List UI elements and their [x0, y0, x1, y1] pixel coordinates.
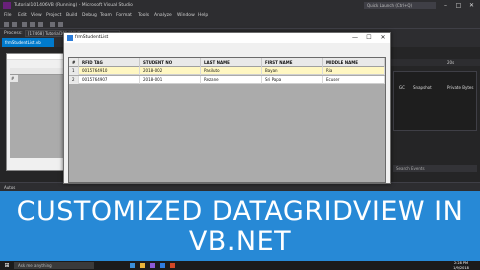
vs-minimize-button[interactable]: – — [440, 0, 451, 11]
windows-taskbar: ⊞ Ask me anything 2:28 PM 1/9/2018 — [0, 261, 480, 270]
forward-icon[interactable] — [12, 22, 17, 27]
menu-tools[interactable]: Tools — [138, 11, 149, 20]
column-header-student-no[interactable]: STUDENT NO — [140, 58, 201, 67]
table-row[interactable]: 1 0015764910 2018-002 Pasiluto Bayan Ria — [69, 67, 385, 75]
edge-icon[interactable] — [130, 263, 135, 268]
row-index-cell[interactable]: 1 — [69, 67, 79, 75]
menu-view[interactable]: View — [31, 11, 42, 20]
menu-help[interactable]: Help — [198, 11, 208, 20]
design-datagridview[interactable]: # — [10, 68, 65, 158]
redo-icon[interactable] — [58, 22, 63, 27]
grid-header-row: # RFID TAG STUDENT NO LAST NAME FIRST NA… — [69, 58, 385, 67]
title-banner: CUSTOMIZED DATAGRIDVIEW IN VB.NET — [0, 191, 480, 261]
taskbar-clock[interactable]: 2:28 PM 1/9/2018 — [446, 261, 476, 270]
menu-debug[interactable]: Debug — [82, 11, 97, 20]
column-header-first-name[interactable]: FIRST NAME — [262, 58, 323, 67]
design-grid-header — [10, 68, 65, 75]
menu-file[interactable]: File — [4, 11, 12, 20]
window-title: frmStudentList — [75, 35, 109, 40]
design-row-index: # — [10, 75, 18, 82]
student-no-cell[interactable]: 2018-001 — [140, 76, 201, 84]
last-name-cell[interactable]: Pasiluto — [201, 67, 262, 75]
menu-analyze[interactable]: Analyze — [154, 11, 172, 20]
rfid-tag-cell[interactable]: 0015764910 — [79, 67, 140, 75]
menu-window[interactable]: Window — [177, 11, 195, 20]
timeline-seconds: 20s — [447, 60, 455, 65]
windows-start-icon[interactable]: ⊞ — [3, 262, 11, 269]
snapshot-button[interactable]: Snapshot — [413, 85, 432, 90]
back-icon[interactable] — [4, 22, 9, 27]
column-header-rfid-tag[interactable]: RFID TAG — [79, 58, 140, 67]
undo-icon[interactable] — [50, 22, 55, 27]
search-events-input[interactable]: Search Events — [393, 165, 477, 172]
close-button[interactable]: ✕ — [376, 33, 390, 43]
diagnostic-tools-panel: 20s GC Snapshot Private Bytes Search Eve… — [390, 47, 480, 182]
private-bytes-label: Private Bytes — [447, 85, 474, 90]
vs-title-bar: Tutorial101406VB (Running) - Microsoft V… — [0, 0, 480, 11]
window-titlebar: frmStudentList — ☐ ✕ — [64, 33, 390, 43]
rfid-tag-cell[interactable]: 0015764907 — [79, 76, 140, 84]
clock-date: 1/9/2018 — [453, 265, 469, 270]
file-explorer-icon[interactable] — [140, 263, 145, 268]
screen: Tutorial101406VB (Running) - Microsoft V… — [0, 0, 480, 270]
banner-line-1: CUSTOMIZED DATAGRIDVIEW IN — [16, 196, 464, 227]
visual-studio-taskbar-icon[interactable] — [150, 263, 155, 268]
table-row[interactable]: 2 0015764907 2018-001 Rezane Sri Papa Ec… — [69, 76, 385, 84]
taskbar-search-input[interactable]: Ask me anything — [14, 262, 94, 269]
column-header-middle-name[interactable]: MIDDLE NAME — [323, 58, 385, 67]
vs-close-button[interactable]: ✕ — [466, 0, 477, 11]
menu-build[interactable]: Build — [66, 11, 77, 20]
first-name-cell[interactable]: Sri Papa — [262, 76, 323, 84]
chrome-icon[interactable] — [160, 263, 165, 268]
minimize-button[interactable]: — — [348, 33, 362, 43]
design-form[interactable]: # — [6, 53, 66, 171]
student-datagridview[interactable]: # RFID TAG STUDENT NO LAST NAME FIRST NA… — [68, 57, 386, 183]
quick-launch-input[interactable]: Quick Launch (Ctrl+Q) — [364, 2, 436, 9]
menu-project[interactable]: Project — [46, 11, 61, 20]
process-label: Process: — [4, 31, 23, 36]
middle-name-cell[interactable]: Ria — [323, 67, 385, 75]
maximize-button[interactable]: ☐ — [362, 33, 376, 43]
save-icon[interactable] — [30, 22, 35, 27]
timeline-bar: 20s — [391, 59, 480, 66]
gc-label[interactable]: GC — [399, 85, 405, 90]
save-all-icon[interactable] — [38, 22, 43, 27]
menu-format[interactable]: Format — [116, 11, 132, 20]
vs-menu-bar: File Edit View Project Build Debug Team … — [0, 11, 480, 20]
visual-studio-logo-icon — [3, 2, 11, 9]
column-header-index[interactable]: # — [69, 58, 79, 67]
vs-maximize-button[interactable]: □ — [453, 0, 464, 11]
first-name-cell[interactable]: Bayan — [262, 67, 323, 75]
student-list-window: frmStudentList — ☐ ✕ # RFID TAG STUDENT … — [63, 32, 391, 184]
powerpoint-icon[interactable] — [170, 263, 175, 268]
vs-toolbar — [0, 20, 480, 29]
form-icon — [67, 35, 73, 41]
menu-edit[interactable]: Edit — [18, 11, 27, 20]
new-file-icon[interactable] — [22, 22, 27, 27]
last-name-cell[interactable]: Rezane — [201, 76, 262, 84]
form-designer: # — [0, 47, 68, 182]
column-header-last-name[interactable]: LAST NAME — [201, 58, 262, 67]
tab-frmstudentlist-design[interactable]: frmStudentList.vb [Design] — [2, 38, 54, 54]
design-form-titlebar — [7, 54, 65, 60]
menu-team[interactable]: Team — [100, 11, 112, 20]
banner-line-2: VB.NET — [188, 226, 292, 257]
middle-name-cell[interactable]: Ecuser — [323, 76, 385, 84]
student-no-cell[interactable]: 2018-002 — [140, 67, 201, 75]
memory-graph — [393, 71, 477, 131]
row-index-cell[interactable]: 2 — [69, 76, 79, 84]
vs-window-title: Tutorial101406VB (Running) - Microsoft V… — [14, 3, 133, 8]
